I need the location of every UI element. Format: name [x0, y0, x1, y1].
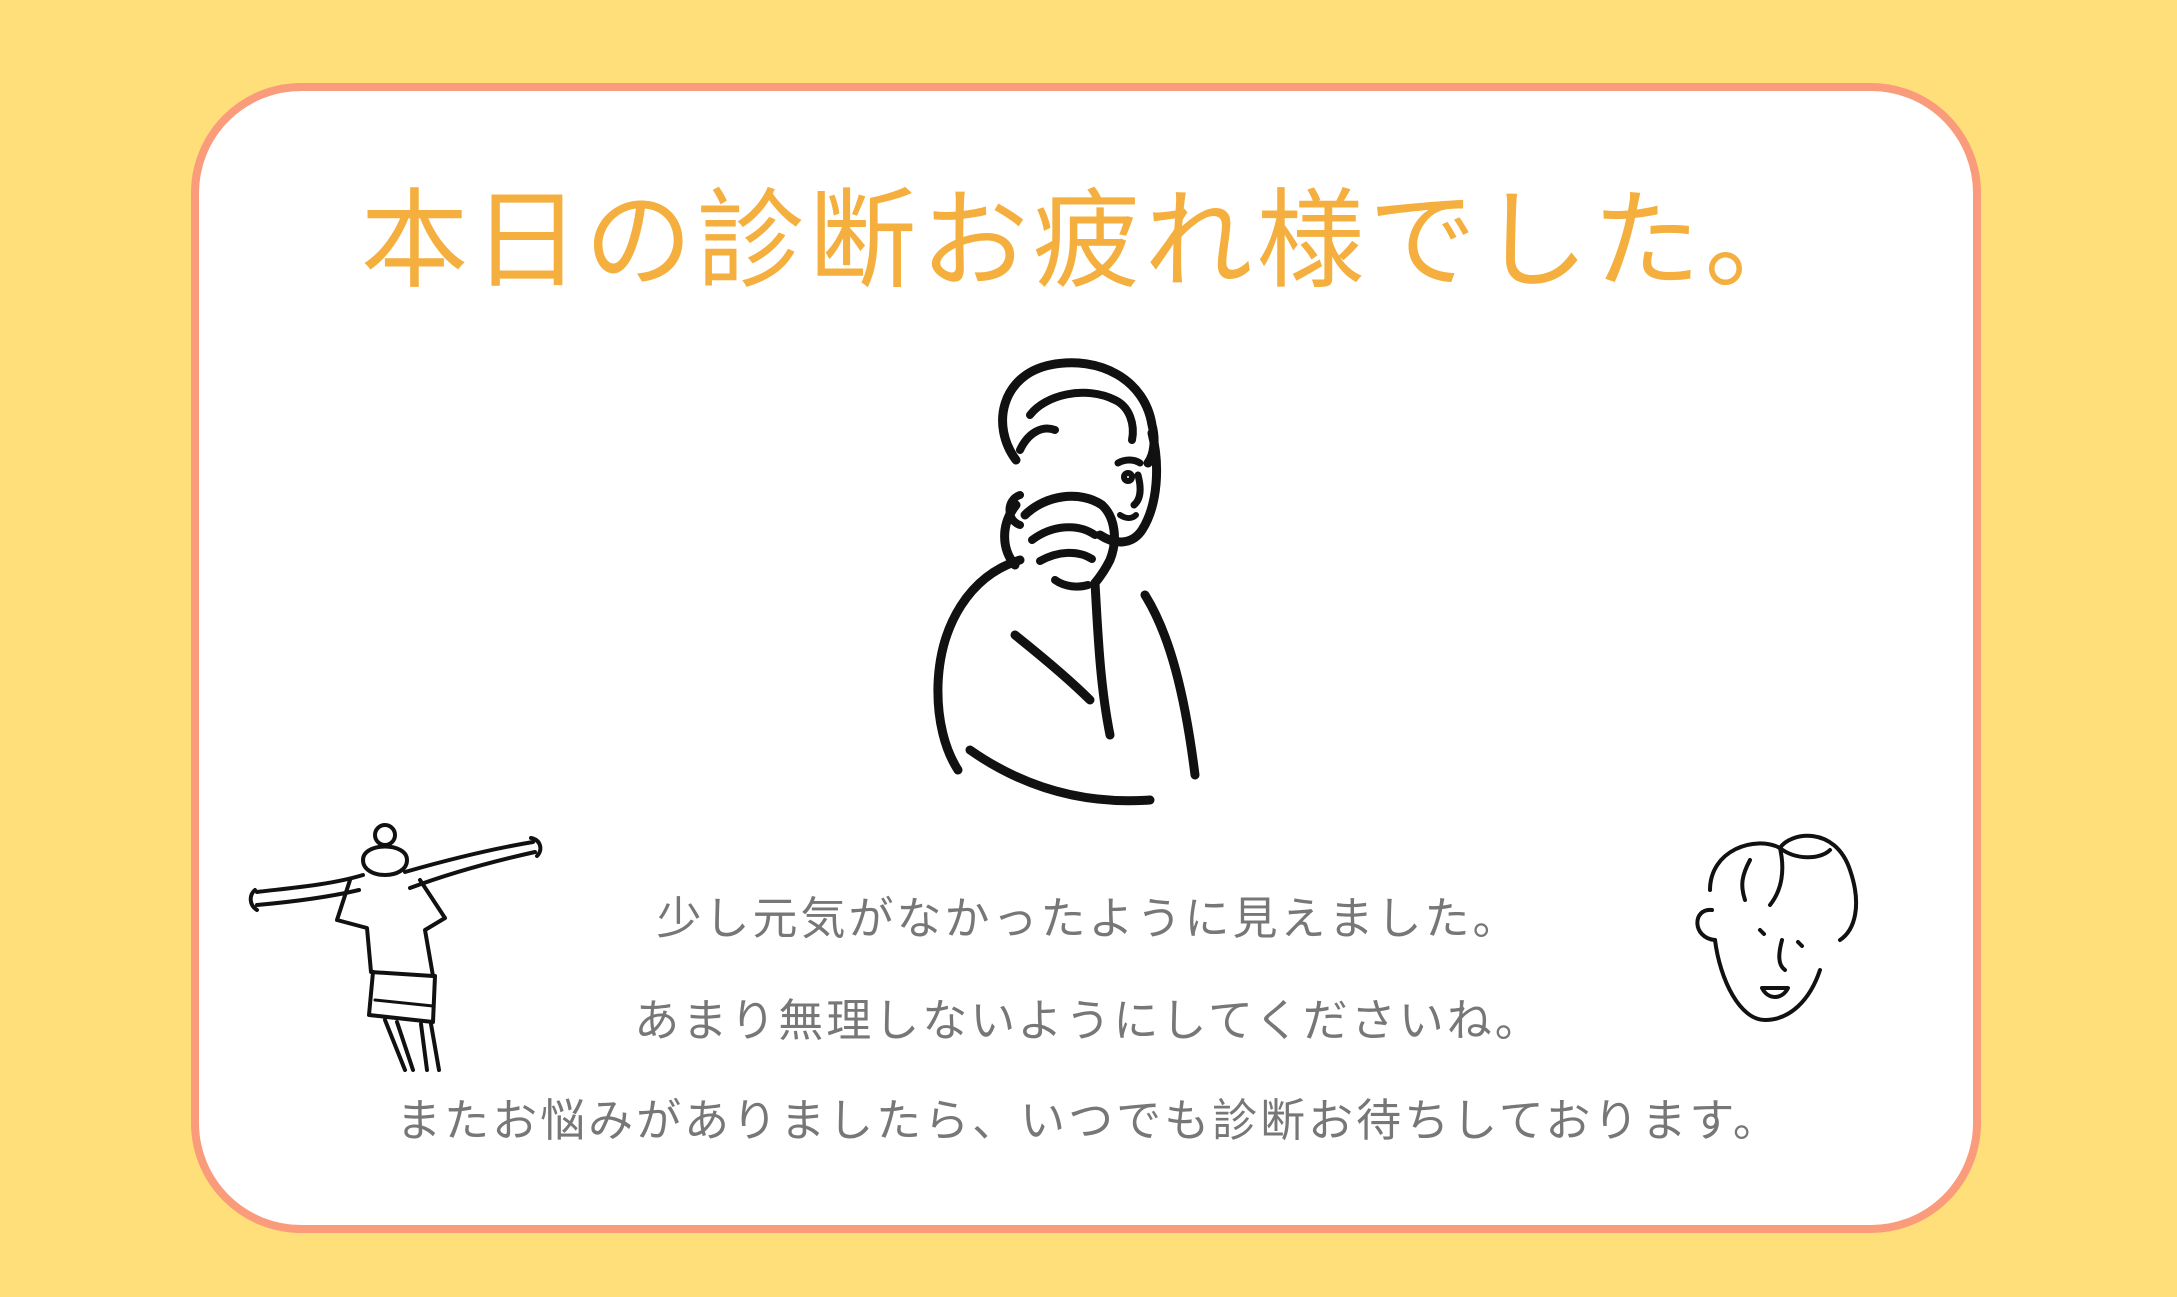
message-line-2: あまり無理しないようにしてくださいね。 — [634, 994, 1543, 1047]
message-line-1: 少し元気がなかったように見えました。 — [656, 892, 1521, 945]
page-title: 本日の診断お疲れ様でした。 — [360, 179, 1817, 304]
thinking-person-illustration — [933, 358, 1200, 806]
message-line-3: またお悩みがありましたら、いつでも診断お待ちしております。 — [396, 1094, 1781, 1147]
